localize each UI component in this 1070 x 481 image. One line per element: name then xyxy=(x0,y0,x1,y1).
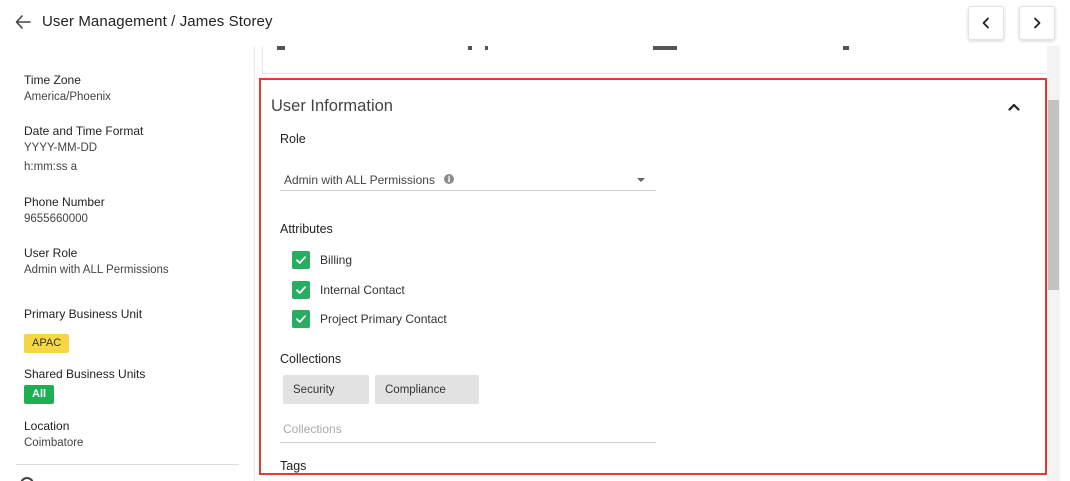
attribute-label: Internal Contact xyxy=(320,283,405,297)
chevron-left-icon xyxy=(982,17,989,29)
check-icon xyxy=(296,286,306,294)
shared-business-units-label: Shared Business Units xyxy=(24,367,146,381)
user-role-field: User Role Admin with ALL Permissions xyxy=(24,245,169,280)
time-zone-label: Time Zone xyxy=(24,73,81,87)
section-title: User Information xyxy=(271,97,393,115)
checkbox-checked[interactable] xyxy=(292,251,310,269)
partial-glyph xyxy=(277,46,285,50)
collections-label: Collections xyxy=(280,352,342,366)
user-role-value: Admin with ALL Permissions xyxy=(24,264,169,276)
location-value: Coimbatore xyxy=(24,437,84,449)
summary-card xyxy=(262,46,1056,74)
check-icon xyxy=(296,256,306,264)
user-information-section: User Information Role Admin with ALL Per… xyxy=(259,78,1047,475)
attributes-label: Attributes xyxy=(280,222,333,236)
location-label: Location xyxy=(24,419,70,433)
scrollbar-thumb[interactable] xyxy=(1048,100,1059,290)
partial-glyph xyxy=(653,46,677,50)
shared-business-units-badge: All xyxy=(24,385,55,404)
attribute-label: Billing xyxy=(320,253,353,267)
next-user-button[interactable] xyxy=(1019,6,1055,40)
chevron-right-icon xyxy=(1034,17,1041,29)
phone-number-label: Phone Number xyxy=(24,195,105,209)
check-icon xyxy=(296,315,306,323)
dropdown-caret-icon xyxy=(637,178,645,182)
role-select-value: Admin with ALL Permissions xyxy=(284,173,435,187)
partial-glyph xyxy=(468,46,472,50)
checkbox-checked[interactable] xyxy=(292,310,310,328)
divider xyxy=(16,464,239,465)
time-zone-field: Time Zone America/Phoenix xyxy=(24,72,111,107)
location-field: Location Coimbatore xyxy=(24,418,83,453)
tags-label: Tags xyxy=(280,459,307,473)
previous-user-button[interactable] xyxy=(968,6,1004,40)
shared-business-units-field: Shared Business Units All xyxy=(24,366,145,404)
chevron-up-icon xyxy=(1008,103,1020,111)
attribute-label: Project Primary Contact xyxy=(320,312,447,326)
time-zone-value: America/Phoenix xyxy=(24,91,111,103)
partial-glyph xyxy=(843,46,849,50)
collections-input[interactable] xyxy=(280,415,656,443)
collection-chip-security[interactable]: Security xyxy=(283,375,369,404)
date-format-value: YYYY-MM-DD xyxy=(24,142,98,154)
primary-business-unit-badge: APAC xyxy=(24,334,70,353)
profile-panel: Time Zone America/Phoenix Date and Time … xyxy=(0,46,255,481)
role-label: Role xyxy=(280,132,306,146)
date-time-format-label: Date and Time Format xyxy=(24,124,144,138)
partial-glyph xyxy=(485,46,488,50)
role-select[interactable]: Admin with ALL Permissions i xyxy=(280,161,656,191)
top-bar: User Management / James Storey xyxy=(0,0,1070,46)
back-button[interactable] xyxy=(12,11,34,33)
primary-business-unit-label: Primary Business Unit xyxy=(24,307,143,321)
date-time-format-field: Date and Time Format YYYY-MM-DD h:mm:ss … xyxy=(24,123,143,177)
collection-chip-compliance[interactable]: Compliance xyxy=(375,375,479,404)
arrow-left-icon xyxy=(15,15,31,29)
primary-business-unit-field: Primary Business Unit APAC xyxy=(24,306,142,353)
attribute-internal-contact[interactable]: Internal Contact xyxy=(292,280,405,300)
page-title: User Management / James Storey xyxy=(42,13,273,30)
phone-number-value: 9655660000 xyxy=(24,213,88,225)
info-icon[interactable]: i xyxy=(444,174,454,184)
phone-number-field: Phone Number 9655660000 xyxy=(24,194,105,229)
attribute-project-primary-contact[interactable]: Project Primary Contact xyxy=(292,309,447,329)
time-format-value: h:mm:ss a xyxy=(24,161,78,173)
user-role-label: User Role xyxy=(24,246,78,260)
collapse-button[interactable] xyxy=(1005,98,1023,116)
attribute-billing[interactable]: Billing xyxy=(292,250,352,270)
checkbox-checked[interactable] xyxy=(292,281,310,299)
partial-icon xyxy=(20,477,34,481)
